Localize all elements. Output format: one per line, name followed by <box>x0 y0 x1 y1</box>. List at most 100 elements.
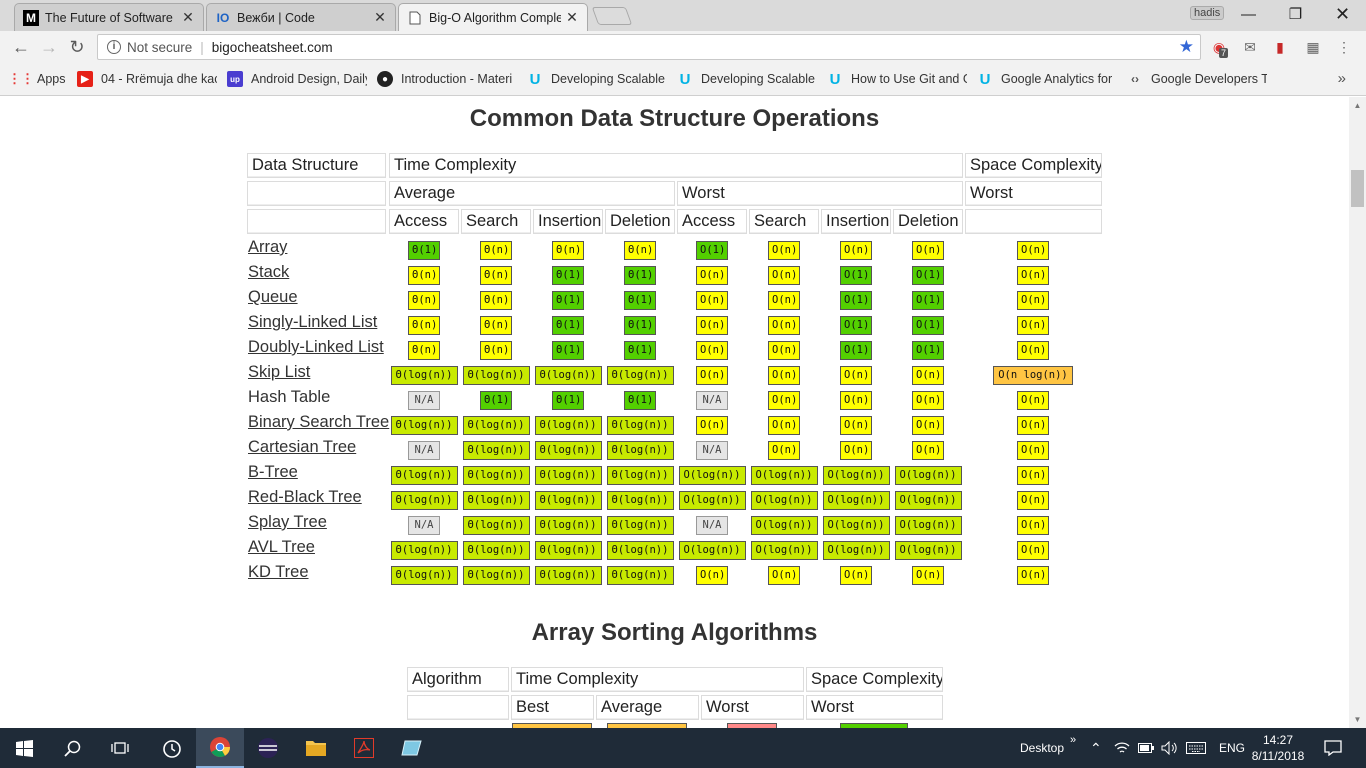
complexity-badge: Θ(n) <box>624 241 656 260</box>
data-structure-link[interactable]: Stack <box>248 263 289 282</box>
complexity-badge: O(n) <box>696 366 728 385</box>
wifi-icon[interactable] <box>1114 728 1130 768</box>
browser-toolbar: ← → ↻ i Not secure | bigocheatsheet.com … <box>0 31 1366 63</box>
page-scrollbar[interactable]: ▲ ▼ <box>1349 97 1366 728</box>
bookmark-star-icon[interactable]: ★ <box>1179 37 1194 57</box>
battery-icon[interactable] <box>1138 728 1154 768</box>
complexity-badge: Θ(log(n)) <box>534 366 602 385</box>
book-icon[interactable]: ▮ <box>1271 38 1289 56</box>
header-op: Deletion <box>893 209 963 234</box>
complexity-badge: O(log(n)) <box>750 491 818 510</box>
bookmark-label: Google Developers Tr <box>1151 72 1267 86</box>
windows-taskbar: Desktop » ⌃ ENG 14:27 8/11/2018 <box>0 728 1366 768</box>
data-structure-link[interactable]: KD Tree <box>248 563 309 582</box>
complexity-badge: O(1) <box>840 341 872 360</box>
complexity-badge: Θ(1) <box>480 391 512 410</box>
minimize-icon[interactable]: — <box>1226 0 1271 28</box>
bookmark-google-dev[interactable]: ‹› Google Developers Tr <box>1127 71 1267 87</box>
window-close-icon[interactable]: ✕ <box>1320 0 1365 28</box>
complexity-badge: O(1) <box>696 241 728 260</box>
task-view-icon[interactable] <box>96 728 144 768</box>
acrobat-icon[interactable] <box>340 728 388 768</box>
data-structure-link[interactable]: Doubly-Linked List <box>248 338 384 357</box>
reload-icon[interactable]: ↻ <box>64 34 90 60</box>
complexity-badge: O(n) <box>912 416 944 435</box>
url-text[interactable]: bigocheatsheet.com <box>212 40 333 55</box>
close-icon[interactable]: ✕ <box>181 9 195 26</box>
complexity-badge: O(log(n)) <box>750 516 818 535</box>
new-tab-button[interactable] <box>591 7 633 25</box>
scroll-thumb[interactable] <box>1351 170 1364 207</box>
bookmark-udacity-2[interactable]: U Developing Scalable <box>677 71 817 87</box>
mail-icon[interactable]: ✉ <box>1241 38 1259 56</box>
address-bar[interactable]: i Not secure | bigocheatsheet.com ★ <box>97 34 1201 60</box>
show-hidden-icons[interactable]: ⌃ <box>1090 728 1102 768</box>
bookmark-github[interactable]: ● Introduction - Materi <box>377 71 517 87</box>
complexity-badge: Θ(1) <box>552 291 584 310</box>
data-structure-link[interactable]: B-Tree <box>248 463 298 482</box>
bookmark-udacity-4[interactable]: U Google Analytics for <box>977 71 1112 87</box>
scroll-up-icon[interactable]: ▲ <box>1349 97 1366 114</box>
windows-start-icon[interactable] <box>0 728 48 768</box>
desktop-toolbar[interactable]: Desktop <box>1020 728 1064 768</box>
notifications-icon[interactable] <box>1324 728 1342 768</box>
taskbar-clock[interactable]: 14:27 8/11/2018 <box>1248 732 1308 764</box>
calendar-icon[interactable]: ▦ <box>1304 38 1322 56</box>
data-structure-link[interactable]: Binary Search Tree <box>248 413 389 432</box>
complexity-badge: N/A <box>408 516 440 535</box>
maximize-icon[interactable]: ❐ <box>1273 0 1318 28</box>
complexity-badge: O(n) <box>840 441 872 460</box>
chrome-icon[interactable] <box>196 728 244 768</box>
bookmark-uplabs[interactable]: up Android Design, Daily <box>227 71 367 87</box>
data-structure-link[interactable]: Singly-Linked List <box>248 313 377 332</box>
bookmark-apps[interactable]: ⋮⋮ Apps <box>13 71 73 87</box>
complexity-badge: O(n) <box>840 566 872 585</box>
toolbar-expand-icon[interactable]: » <box>1070 720 1076 760</box>
complexity-badge: Θ(n) <box>480 266 512 285</box>
complexity-badge: Θ(log(n)) <box>390 491 458 510</box>
file-explorer-icon[interactable] <box>292 728 340 768</box>
keyboard-icon[interactable] <box>1186 728 1206 768</box>
tab-medium[interactable]: M The Future of Software Is ✕ <box>14 3 204 31</box>
back-icon[interactable]: ← <box>8 34 34 60</box>
scroll-down-icon[interactable]: ▼ <box>1349 711 1366 728</box>
bookmark-label: Apps <box>37 72 66 86</box>
complexity-badge: Θ(log(n)) <box>462 516 530 535</box>
data-structure-link[interactable]: Skip List <box>248 363 310 382</box>
profile-button[interactable]: hadis <box>1190 6 1225 20</box>
search-icon[interactable] <box>48 728 96 768</box>
complexity-badge: O(n) <box>768 366 800 385</box>
complexity-badge: O(n log(n)) <box>993 366 1073 385</box>
tab-code[interactable]: IO Вежби | Code ✕ <box>206 3 396 31</box>
data-structure-link[interactable]: Red-Black Tree <box>248 488 362 507</box>
data-structure-link[interactable]: Cartesian Tree <box>248 438 356 457</box>
complexity-badge: O(n) <box>1017 566 1049 585</box>
bookmark-label: How to Use Git and G <box>851 72 967 86</box>
tab-bigo[interactable]: Big-O Algorithm Comple ✕ <box>398 3 588 31</box>
bookmark-udacity-3[interactable]: U How to Use Git and G <box>827 71 967 87</box>
eclipse-icon[interactable] <box>244 728 292 768</box>
info-icon[interactable]: i <box>107 40 121 54</box>
bookmark-label: Introduction - Materi <box>401 72 513 86</box>
data-structure-link[interactable]: Splay Tree <box>248 513 327 532</box>
bookmarks-overflow-icon[interactable]: » <box>1338 70 1346 87</box>
complexity-badge: O(n) <box>912 566 944 585</box>
data-structure-link[interactable]: AVL Tree <box>248 538 315 557</box>
volume-icon[interactable] <box>1161 728 1179 768</box>
data-structure-link[interactable]: Array <box>248 238 287 257</box>
forward-icon[interactable]: → <box>36 34 62 60</box>
bookmark-udacity-1[interactable]: U Developing Scalable <box>527 71 667 87</box>
bookmark-youtube[interactable]: ▶ 04 - Rrëmuja dhe kac <box>77 71 217 87</box>
complexity-badge: N/A <box>696 391 728 410</box>
data-structure-link[interactable]: Queue <box>248 288 298 307</box>
language-indicator[interactable]: ENG <box>1219 728 1245 768</box>
alarm-clock-icon[interactable] <box>148 728 196 768</box>
complexity-badge: O(log(n)) <box>822 541 890 560</box>
menu-icon[interactable]: ⋮ <box>1335 38 1353 56</box>
complexity-badge: O(log(n)) <box>678 541 746 560</box>
complexity-badge: O(n) <box>1017 441 1049 460</box>
close-icon[interactable]: ✕ <box>373 9 387 26</box>
close-icon[interactable]: ✕ <box>565 9 579 26</box>
complexity-badge: Θ(log(n)) <box>462 566 530 585</box>
app-icon[interactable] <box>388 728 436 768</box>
